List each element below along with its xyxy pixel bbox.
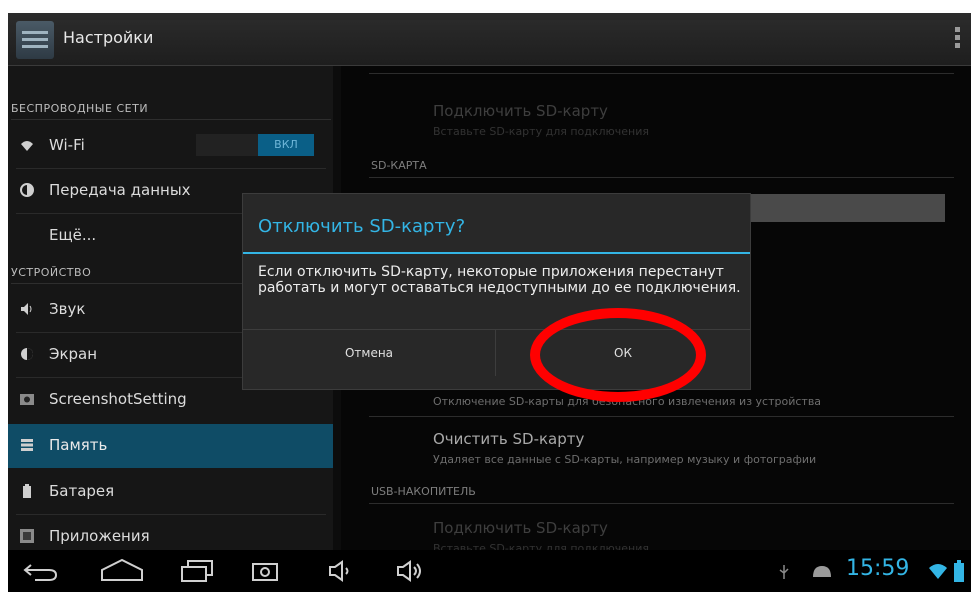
divider (369, 416, 954, 417)
sidebar-item-storage[interactable]: Память (8, 424, 333, 468)
volume-down-icon[interactable] (328, 560, 352, 582)
sidebar-item-label: Ещё... (49, 226, 97, 244)
tablet-screen: Настройки БЕСПРОВОДНЫЕ СЕТИ Wi-Fi ВКЛ Пе… (8, 13, 971, 592)
app-title: Настройки (63, 28, 154, 47)
sidebar-item-label: Экран (49, 345, 98, 363)
usb-storage-section-header: USB-НАКОПИТЕЛЬ (371, 485, 476, 498)
sidebar-item-wifi[interactable]: Wi-Fi ВКЛ (8, 124, 333, 168)
back-icon[interactable] (23, 562, 59, 582)
status-clock: 15:59 (846, 556, 910, 581)
usb-icon (779, 565, 789, 579)
battery-icon (23, 484, 31, 498)
divider (369, 177, 954, 178)
brightness-icon (21, 348, 33, 360)
wifi-signal-icon (929, 564, 947, 579)
dialog-message: Если отключить SD-карту, некоторые прило… (258, 264, 741, 296)
sidebar-item-battery[interactable]: Батарея (8, 470, 333, 514)
screenshot-icon[interactable] (252, 561, 278, 581)
camera-icon (20, 394, 34, 405)
action-bar: Настройки (8, 13, 971, 66)
android-debug-icon (813, 566, 831, 577)
mount-sd-subtitle: Вставьте SD-карту для подключения (433, 125, 650, 138)
system-navigation-bar: 15:59 (8, 550, 971, 592)
wifi-toggle-track (196, 134, 258, 156)
erase-sd-subtitle: Удаляет все данные с SD-карты, например … (433, 453, 817, 466)
home-icon[interactable] (100, 558, 144, 582)
sd-card-section-header: SD-КАРТА (371, 159, 427, 172)
divider (369, 503, 954, 504)
settings-app-icon[interactable] (16, 21, 54, 59)
sidebar-item-label: Батарея (49, 482, 115, 500)
volume-up-icon[interactable] (396, 560, 426, 582)
usb-mount-sd-title[interactable]: Подключить SD-карту (433, 519, 608, 537)
sidebar-item-label: Звук (49, 300, 86, 318)
sidebar-item-label: Передача данных (49, 181, 191, 199)
sidebar-item-label: Приложения (49, 527, 150, 545)
wifi-toggle[interactable]: ВКЛ (258, 134, 314, 156)
dialog-title-divider (243, 252, 750, 254)
sidebar-item-label: ScreenshotSetting (49, 390, 187, 408)
highlight-circle-annotation (530, 308, 706, 402)
battery-status-icon (954, 560, 964, 582)
section-header-wireless: БЕСПРОВОДНЫЕ СЕТИ (11, 102, 331, 120)
sidebar-item-label: Память (49, 436, 108, 454)
erase-sd-title[interactable]: Очистить SD-карту (433, 430, 584, 448)
apps-icon (20, 529, 34, 543)
dialog-title: Отключить SD-карту? (258, 216, 466, 237)
storage-icon (21, 439, 33, 451)
cancel-button[interactable]: Отмена (243, 330, 495, 376)
data-usage-icon (20, 183, 34, 197)
wifi-icon (21, 141, 33, 151)
mount-sd-title[interactable]: Подключить SD-карту (433, 102, 608, 120)
recent-apps-icon[interactable] (180, 559, 216, 583)
sidebar-item-label: Wi-Fi (49, 136, 85, 154)
speaker-icon (21, 303, 32, 315)
divider (369, 73, 954, 74)
overflow-menu-icon[interactable] (953, 27, 961, 53)
